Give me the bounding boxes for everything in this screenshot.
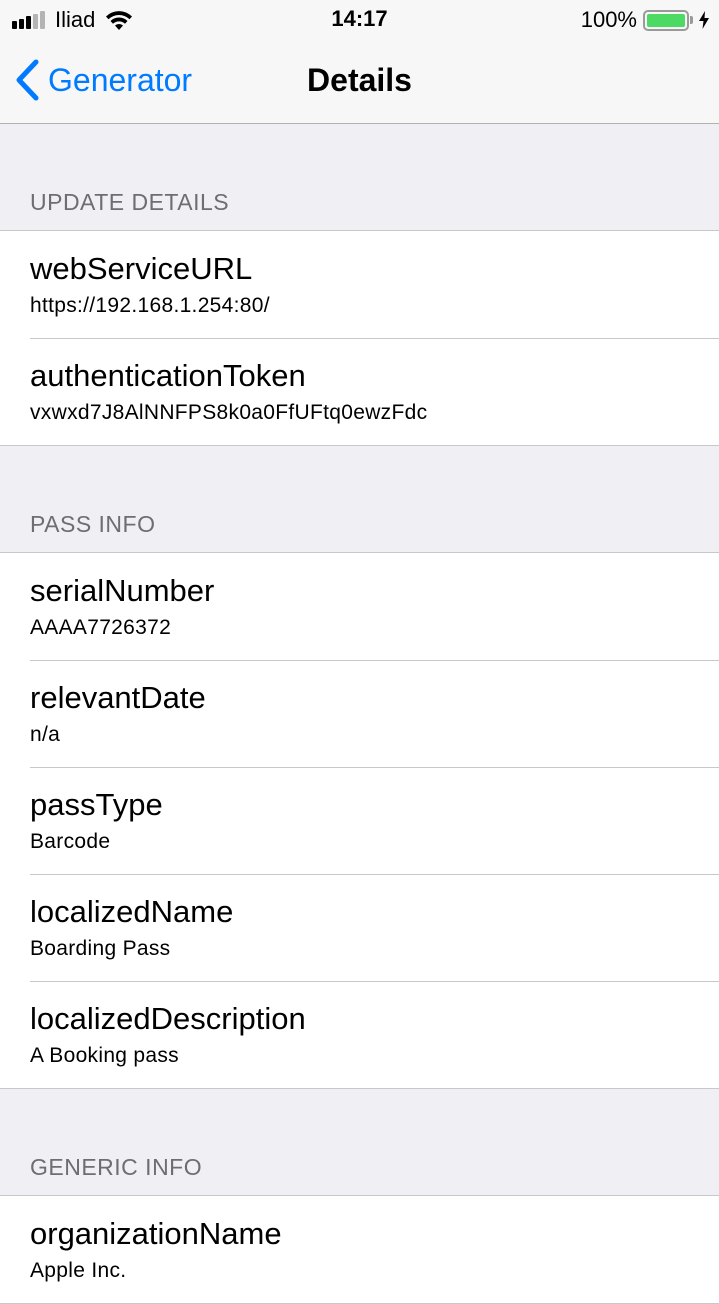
list-item-organizationname[interactable]: organizationName Apple Inc. bbox=[0, 1196, 719, 1303]
list-item-localizedname[interactable]: localizedName Boarding Pass bbox=[0, 874, 719, 981]
row-title: localizedDescription bbox=[30, 1001, 306, 1036]
row-value: vxwxd7J8AlNNFPS8k0a0FfUFtq0ewzFdc bbox=[30, 401, 428, 424]
list-item-passtype[interactable]: passType Barcode bbox=[0, 767, 719, 874]
row-title: organizationName bbox=[30, 1216, 282, 1251]
row-title: authenticationToken bbox=[30, 358, 306, 393]
battery-icon bbox=[643, 9, 689, 31]
row-value: Barcode bbox=[30, 830, 111, 853]
row-value: AAAA7726372 bbox=[30, 616, 172, 639]
list-item-localizeddescription[interactable]: localizedDescription A Booking pass bbox=[0, 981, 719, 1088]
page-title: Details bbox=[307, 62, 412, 98]
status-bar: Iliad 14:17 100% bbox=[0, 0, 719, 40]
section-header-label: GENERIC INFO bbox=[30, 1154, 203, 1180]
battery-percent: 100% bbox=[580, 7, 637, 32]
list-item-serialnumber[interactable]: serialNumber AAAA7726372 bbox=[0, 553, 719, 660]
navigation-bar: Generator Details bbox=[0, 40, 719, 124]
row-value: n/a bbox=[30, 723, 61, 746]
section-header-label: PASS INFO bbox=[30, 511, 156, 537]
row-title: webServiceURL bbox=[30, 251, 253, 286]
row-title: serialNumber bbox=[30, 573, 215, 608]
status-right: 100% bbox=[581, 6, 709, 34]
section-header-label: UPDATE DETAILS bbox=[30, 189, 230, 215]
section-header-generic-info: GENERIC INFO bbox=[0, 1089, 719, 1195]
section-generic-info: organizationName Apple Inc. bbox=[0, 1195, 719, 1304]
row-value: Apple Inc. bbox=[30, 1259, 127, 1282]
section-update-details: webServiceURL https://192.168.1.254:80/ … bbox=[0, 230, 719, 446]
row-value: A Booking pass bbox=[30, 1044, 179, 1067]
row-title: relevantDate bbox=[30, 680, 206, 715]
row-title: passType bbox=[30, 787, 163, 822]
list-item-webserviceurl[interactable]: webServiceURL https://192.168.1.254:80/ bbox=[0, 231, 719, 338]
row-title: localizedName bbox=[30, 894, 234, 929]
charging-bolt-icon bbox=[699, 11, 709, 29]
section-header-pass-info: PASS INFO bbox=[0, 446, 719, 552]
list-item-relevantdate[interactable]: relevantDate n/a bbox=[0, 660, 719, 767]
section-pass-info: serialNumber AAAA7726372 relevantDate n/… bbox=[0, 552, 719, 1089]
battery-fill bbox=[647, 13, 685, 27]
row-value: https://192.168.1.254:80/ bbox=[30, 294, 270, 317]
battery-cap bbox=[690, 16, 693, 24]
row-value: Boarding Pass bbox=[30, 937, 171, 960]
section-header-update-details: UPDATE DETAILS bbox=[0, 124, 719, 230]
list-item-authenticationtoken[interactable]: authenticationToken vxwxd7J8AlNNFPS8k0a0… bbox=[0, 338, 719, 445]
details-list: UPDATE DETAILS webServiceURL https://192… bbox=[0, 124, 719, 1304]
